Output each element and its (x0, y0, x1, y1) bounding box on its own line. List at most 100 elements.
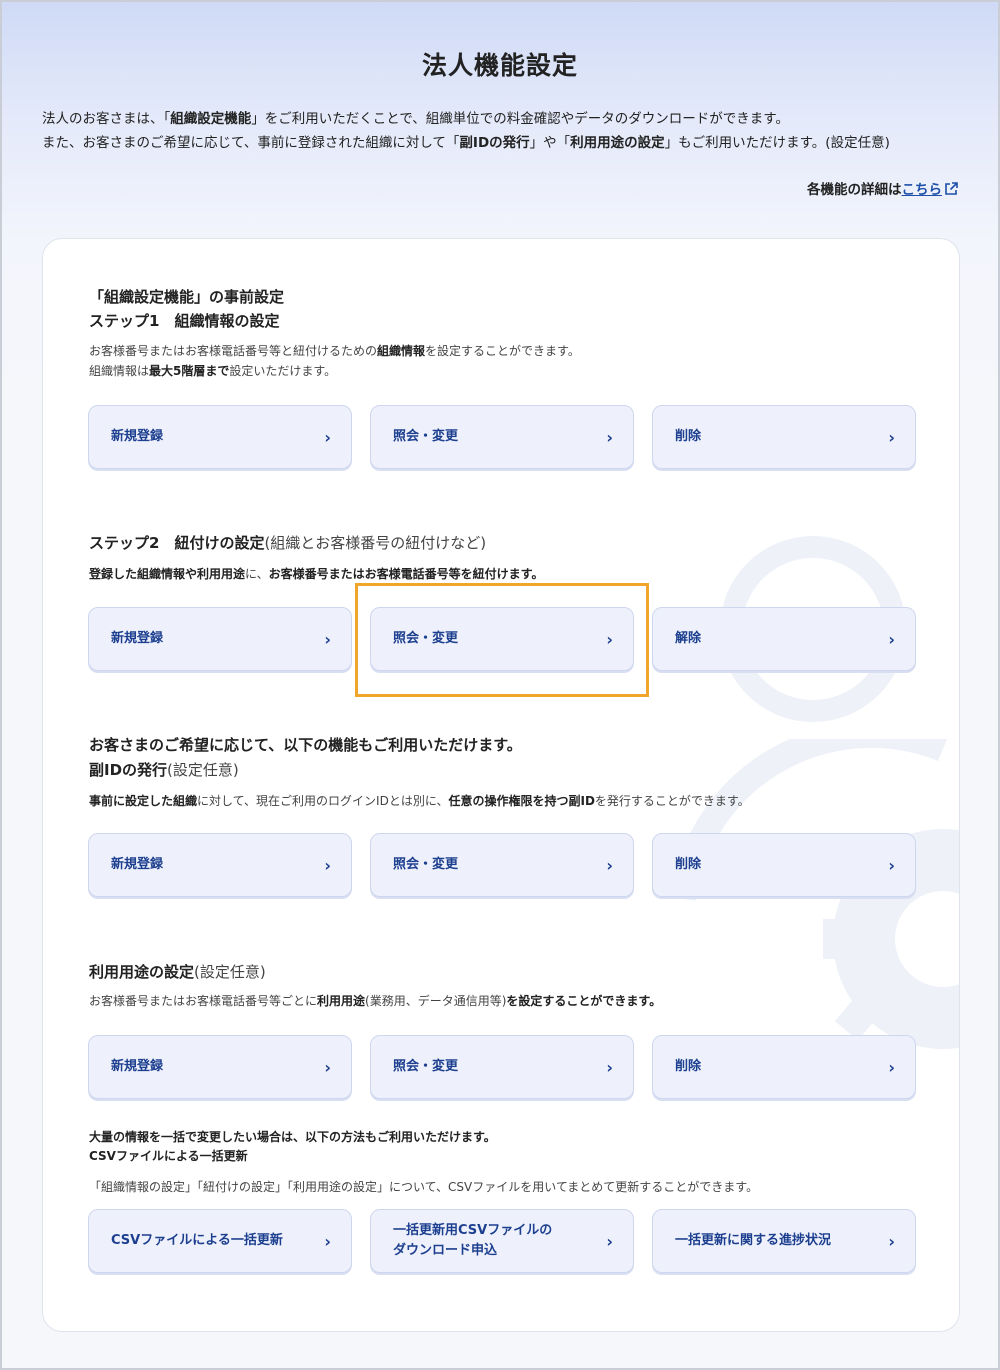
step2-desc-bold-1: 登録した組織情報や利用用途 (89, 567, 246, 581)
subid-new-register-button[interactable]: 新規登録 › (88, 833, 352, 897)
subid-desc-bold-2: 任意の操作権限を持つ副ID (448, 794, 595, 808)
chevron-right-icon: › (606, 427, 613, 447)
chevron-right-icon: › (324, 427, 331, 447)
usage-delete-button[interactable]: 削除 › (652, 1035, 916, 1099)
details-prefix: 各機能の詳細は (807, 182, 902, 198)
step1-view-edit-button[interactable]: 照会・変更 › (370, 405, 634, 469)
csv-bulk-update-button[interactable]: CSVファイルによる一括更新 › (88, 1209, 352, 1273)
button-label: 一括更新用CSVファイルの ダウンロード申込 (393, 1221, 552, 1261)
intro-2-mid: 」や「 (529, 135, 571, 151)
chevron-right-icon: › (888, 855, 895, 875)
chevron-right-icon: › (606, 1231, 613, 1251)
usage-heading-note: (設定任意) (194, 963, 266, 981)
chevron-right-icon: › (324, 1231, 331, 1251)
subid-heading-note: (設定任意) (167, 761, 239, 779)
settings-card: 「組織設定機能」の事前設定 ステップ1 組織情報の設定 お客様番号またはお客様電… (42, 238, 960, 1332)
button-label: 新規登録 (111, 631, 164, 646)
usage-new-register-button[interactable]: 新規登録 › (88, 1035, 352, 1099)
button-label: 照会・変更 (393, 631, 459, 646)
step1-desc-1-post: を設定することができます。 (425, 344, 580, 358)
button-label: 新規登録 (111, 857, 164, 872)
chevron-right-icon: › (324, 855, 331, 875)
step1-desc-2: 組織情報は最大5階層まで設定いただけます。 (89, 361, 336, 381)
usage-view-edit-button[interactable]: 照会・変更 › (370, 1035, 634, 1099)
button-label: 照会・変更 (393, 857, 459, 872)
button-label: 一括更新に関する進捗状況 (675, 1233, 832, 1248)
usage-desc: お客様番号またはお客様電話番号等ごとに利用用途(業務用、データ通信用等)を設定す… (89, 991, 661, 1011)
step2-view-edit-button[interactable]: 照会・変更 › (370, 607, 634, 671)
intro-2-bold-1: 副IDの発行 (459, 135, 530, 151)
subid-view-edit-button[interactable]: 照会・変更 › (370, 833, 634, 897)
subid-heading: 副IDの発行(設定任意) (89, 758, 239, 782)
step1-heading-1: 「組織設定機能」の事前設定 (89, 288, 285, 306)
step1-delete-button[interactable]: 削除 › (652, 405, 916, 469)
csv-desc: 「組織情報の設定」「紐付けの設定」「利用用途の設定」について、CSVファイルを用… (89, 1180, 759, 1194)
step2-desc-bold-2: お客様番号またはお客様電話番号等を紐付けます。 (268, 567, 544, 581)
intro-2-pre: また、お客さまのご希望に応じて、事前に登録された組織に対して「 (42, 135, 460, 151)
page-title: 法人機能設定 (421, 51, 578, 80)
step1-desc-1-bold: 組織情報 (377, 344, 426, 358)
step2-heading-note: (組織とお客様番号の紐付けなど) (264, 534, 487, 552)
intro-2-post: 」もご利用いただけます。(設定任意) (664, 135, 890, 151)
chevron-right-icon: › (888, 427, 895, 447)
step2-heading: ステップ2 紐付けの設定(組織とお客様番号の紐付けなど) (89, 531, 486, 555)
csv-lead: 大量の情報を一括で変更したい場合は、以下の方法もご利用いただけます。 (89, 1130, 496, 1144)
step2-heading-text: ステップ2 紐付けの設定 (89, 534, 265, 552)
usage-desc-bold-2: を設定することができます。 (506, 994, 662, 1008)
intro-text: 法人のお客さまは、「組織設定機能」をご利用いただくことで、組織単位での料金確認や… (42, 107, 957, 155)
page-frame: 法人機能設定 法人のお客さまは、「組織設定機能」をご利用いただくことで、組織単位… (0, 0, 1000, 1370)
chevron-right-icon: › (606, 855, 613, 875)
details-link-row: 各機能の詳細はこちら (807, 178, 958, 200)
chevron-right-icon: › (324, 1057, 331, 1077)
subid-delete-button[interactable]: 削除 › (652, 833, 916, 897)
step1-desc-2-pre: 組織情報は (89, 364, 150, 378)
button-label: 解除 (675, 631, 702, 646)
chevron-right-icon: › (606, 629, 613, 649)
step1-new-register-button[interactable]: 新規登録 › (88, 405, 352, 469)
button-label: CSVファイルによる一括更新 (111, 1233, 283, 1248)
chevron-right-icon: › (324, 629, 331, 649)
chevron-right-icon: › (606, 1057, 613, 1077)
intro-1-pre: 法人のお客さまは、「 (42, 111, 171, 127)
intro-2-bold-2: 利用用途の設定 (570, 135, 665, 151)
external-link-icon[interactable] (944, 182, 958, 200)
subid-heading-text: 副IDの発行 (89, 761, 168, 779)
subid-lead: お客さまのご希望に応じて、以下の機能もご利用いただけます。 (89, 736, 522, 754)
chevron-right-icon: › (888, 1057, 895, 1077)
step2-new-register-button[interactable]: 新規登録 › (88, 607, 352, 671)
usage-heading: 利用用途の設定(設定任意) (89, 960, 266, 984)
step2-desc: 登録した組織情報や利用用途に、お客様番号またはお客様電話番号等を紐付けます。 (89, 564, 543, 584)
details-link[interactable]: こちら (902, 182, 943, 198)
usage-heading-text: 利用用途の設定 (89, 963, 195, 981)
subid-desc-post: を発行することができます。 (594, 794, 750, 808)
subid-desc-mid: に対して、現在ご利用のログインIDとは別に、 (197, 794, 449, 808)
button-label: 新規登録 (111, 1059, 164, 1074)
decorative-gear-icon-large (670, 739, 959, 1049)
intro-line-1: 法人のお客さまは、「組織設定機能」をご利用いただくことで、組織単位での料金確認や… (42, 107, 957, 131)
csv-heading: CSVファイルによる一括更新 (89, 1149, 248, 1163)
intro-1-bold: 組織設定機能 (170, 111, 252, 127)
step1-desc-1-pre: お客様番号またはお客様電話番号等と紐付けるための (89, 344, 378, 358)
step2-desc-mid: に、 (245, 567, 269, 581)
button-label: 削除 (675, 857, 702, 872)
subid-desc: 事前に設定した組織に対して、現在ご利用のログインIDとは別に、任意の操作権限を持… (89, 791, 750, 811)
button-label: 削除 (675, 1059, 702, 1074)
step1-desc-2-post: 設定いただけます。 (229, 364, 337, 378)
button-label-line-1: 一括更新用CSVファイルの (393, 1223, 553, 1238)
button-label-line-2: ダウンロード申込 (393, 1243, 498, 1258)
button-label: 照会・変更 (393, 1059, 459, 1074)
chevron-right-icon: › (888, 629, 895, 649)
csv-download-request-button[interactable]: 一括更新用CSVファイルの ダウンロード申込 › (370, 1209, 634, 1273)
usage-desc-bold-1: 利用用途 (317, 994, 366, 1008)
csv-progress-status-button[interactable]: 一括更新に関する進捗状況 › (652, 1209, 916, 1273)
usage-desc-pre: お客様番号またはお客様電話番号等ごとに (89, 994, 318, 1008)
step1-heading-2: ステップ1 組織情報の設定 (89, 312, 280, 330)
subid-desc-bold-1: 事前に設定した組織 (89, 794, 198, 808)
intro-line-2: また、お客さまのご希望に応じて、事前に登録された組織に対して「副IDの発行」や「… (42, 131, 957, 155)
step2-unlink-button[interactable]: 解除 › (652, 607, 916, 671)
step1-desc-2-bold: 最大5階層まで (149, 364, 230, 378)
button-label: 新規登録 (111, 429, 164, 444)
usage-desc-mid: (業務用、データ通信用等) (365, 994, 507, 1008)
button-label: 照会・変更 (393, 429, 459, 444)
button-label: 削除 (675, 429, 702, 444)
